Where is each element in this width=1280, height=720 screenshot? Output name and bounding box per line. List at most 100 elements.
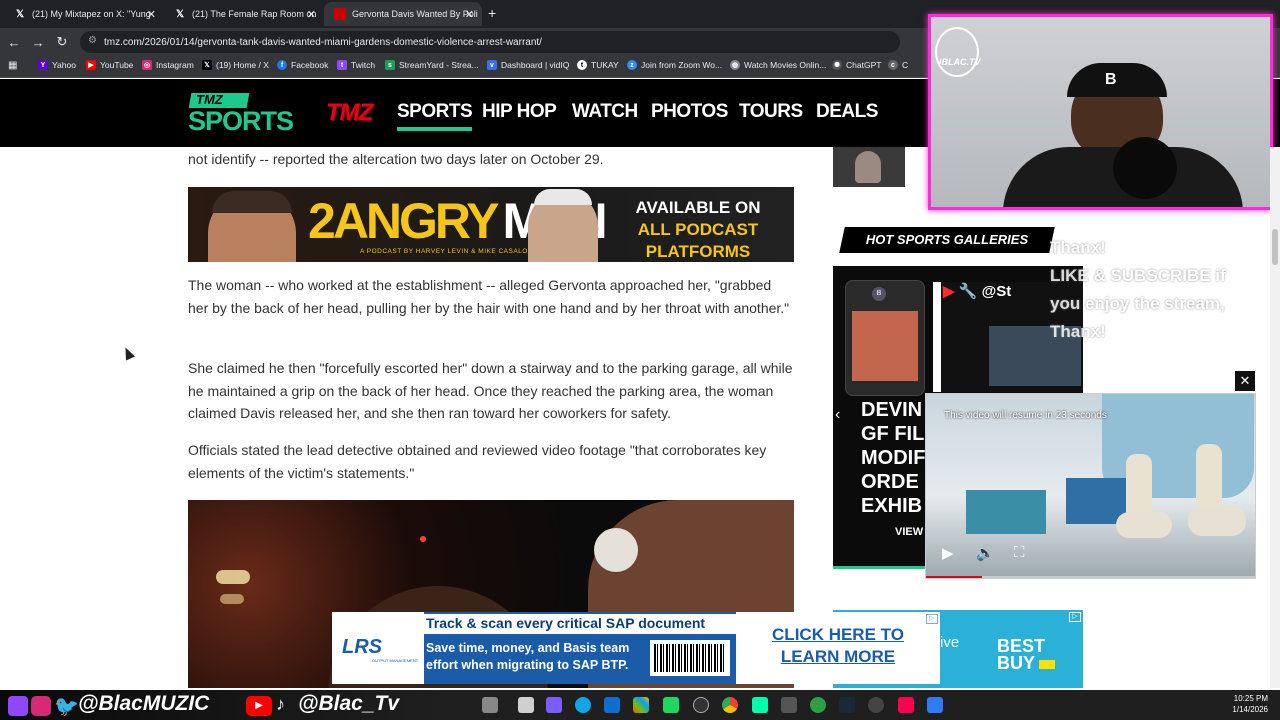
- back-arrow-icon[interactable]: ←: [6, 34, 22, 50]
- youtube-icon: ▶: [943, 283, 955, 300]
- tiktok-icon[interactable]: [898, 697, 914, 713]
- nav-hip-hop[interactable]: HIP HOP: [482, 101, 557, 123]
- gallery-headline-line: EXHIB: [861, 495, 923, 517]
- bookmark-chatgpt[interactable]: ✺ ChatGPT: [832, 60, 881, 70]
- browser-tab[interactable]: 𝕏 (21) The Female Rap Room on ✕: [164, 2, 324, 26]
- nav-deals[interactable]: DEALS: [816, 101, 878, 123]
- new-tab-button[interactable]: +: [488, 5, 496, 21]
- ad-choices-icon[interactable]: ▷: [926, 614, 938, 624]
- bookmark-facebook[interactable]: f Facebook: [277, 60, 328, 70]
- chrome-icon[interactable]: [722, 697, 738, 713]
- taskbar-app-icon[interactable]: [810, 697, 826, 713]
- scrollbar-thumb[interactable]: [1272, 229, 1278, 265]
- bookmark-twitch[interactable]: t Twitch: [337, 60, 375, 70]
- youtube-icon: ▶: [246, 696, 272, 716]
- windows-taskbar: 🐦 @BlacMUZIC ▶ ♪ @Blac_Tv 10:25 PM 1/14/…: [0, 690, 1280, 720]
- twitch-icon: [8, 696, 28, 716]
- taskbar-app-icon[interactable]: [927, 697, 943, 713]
- file-explorer-icon[interactable]: [518, 697, 534, 713]
- play-icon[interactable]: ▶: [942, 544, 954, 562]
- bookmark-streamyard[interactable]: s StreamYard - Strea...: [385, 60, 479, 70]
- tmz-logo[interactable]: TMZ: [326, 99, 376, 126]
- nav-tours[interactable]: TOURS: [739, 101, 803, 123]
- taskbar-app-icon[interactable]: [482, 697, 498, 713]
- learn-more-link[interactable]: CLICK HERE TO LEARN MORE: [760, 624, 916, 668]
- gallery-headline-line: GF FIL: [861, 423, 925, 445]
- taskbar-app-icon[interactable]: [781, 697, 797, 713]
- cap: [1067, 63, 1167, 97]
- steam-icon[interactable]: [839, 697, 855, 713]
- sidebar-thumbnail[interactable]: [833, 147, 905, 187]
- chevron-left-icon[interactable]: ‹: [835, 406, 851, 426]
- article-paragraph: not identify -- reported the altercation…: [188, 151, 604, 167]
- nav-photos[interactable]: PHOTOS: [651, 101, 728, 123]
- reload-icon[interactable]: ↻: [54, 34, 70, 50]
- ad-platforms-line: ALL PODCAST PLATFORMS: [637, 220, 759, 261]
- browser-tab[interactable]: 𝕏 (21) My Mixtapez on X: "Yung ✕: [4, 2, 164, 26]
- zoom-icon: z: [627, 60, 637, 70]
- browser-tab-active[interactable]: Gervonta Davis Wanted By Poli ✕: [324, 2, 482, 26]
- bookmark-tukay[interactable]: t TUKAY: [577, 60, 619, 70]
- gallery-handle: @St: [981, 283, 1012, 300]
- bookmark-x[interactable]: 𝕏 (19) Home / X: [202, 60, 269, 70]
- taskbar-app-icon[interactable]: [752, 697, 768, 713]
- blac-muzic-handle: @BlacMUZIC: [78, 692, 210, 715]
- ad-headline: Track & scan every critical SAP document: [426, 615, 706, 631]
- tmz-favicon-icon: [334, 8, 346, 20]
- bookmark-instagram[interactable]: ◎ Instagram: [142, 60, 194, 70]
- x-logo-icon: 𝕏: [15, 8, 25, 20]
- x-logo-icon: 𝕏: [202, 60, 212, 70]
- windows-app-icon[interactable]: [633, 697, 649, 713]
- article-paragraph: She claimed he then "forcefully escorted…: [188, 360, 793, 421]
- taskbar-app-icon[interactable]: [663, 697, 679, 713]
- nav-sports[interactable]: SPORTS: [397, 101, 473, 131]
- ad-body: Save time, money, and Basis team effort …: [426, 641, 630, 672]
- video-resume-notice: This video will resume in 23 seconds: [944, 410, 1107, 421]
- close-video-button[interactable]: ✕: [1235, 371, 1255, 391]
- tab-title: (21) The Female Rap Room on: [192, 9, 317, 19]
- twitter-bird-icon: 🐦: [54, 696, 79, 718]
- bookmark-vidiq[interactable]: v Dashboard | vidIQ: [487, 60, 569, 70]
- stream-chat-overlay: Thanx! LIKE & SUBSCRIBE if you enjoy the…: [1050, 238, 1226, 341]
- obs-icon[interactable]: [693, 697, 709, 713]
- video-progress-track[interactable]: [926, 576, 1255, 578]
- ad-availability-line: AVAILABLE ON: [635, 198, 761, 217]
- bookmark-yahoo[interactable]: Y Yahoo: [38, 60, 76, 70]
- bookmark-icon: c: [888, 60, 898, 70]
- volume-icon[interactable]: 🔊: [976, 544, 995, 562]
- nav-watch[interactable]: WATCH: [572, 101, 638, 123]
- system-clock[interactable]: 10:25 PM 1/14/2026: [1232, 693, 1268, 715]
- globe-icon: ◍: [730, 60, 740, 70]
- site-info-icon[interactable]: ⚙: [88, 35, 97, 46]
- gallery-progress-indicator: [833, 566, 925, 569]
- fullscreen-icon[interactable]: ⛶: [1014, 544, 1025, 561]
- bookmark-zoom[interactable]: z Join from Zoom Wo...: [627, 60, 722, 70]
- page-scrollbar[interactable]: [1270, 147, 1280, 688]
- close-tab-icon[interactable]: ✕: [307, 8, 316, 21]
- video-progress-fill: [926, 576, 983, 578]
- bookmark-c[interactable]: cC: [888, 60, 908, 70]
- floating-video-player[interactable]: This video will resume in 23 seconds ▶ 🔊…: [925, 393, 1256, 579]
- best-buy-logo: BUY: [997, 653, 1036, 673]
- tab-title: (21) My Mixtapez on X: "Yung: [32, 9, 151, 19]
- store-icon[interactable]: [604, 697, 620, 713]
- edge-icon[interactable]: [575, 697, 591, 713]
- bookmark-youtube[interactable]: ▶ YouTube: [86, 60, 133, 70]
- podcast-ad-banner[interactable]: 2ANGRYMEN A PODCAST BY HARVEY LEVIN & MI…: [188, 187, 794, 262]
- lrs-sap-ad[interactable]: LRS OUTPUT MANAGEMENT Track & scan every…: [332, 612, 940, 684]
- tmz-sports-logo[interactable]: TMZ SPORTS: [188, 92, 294, 136]
- close-tab-icon[interactable]: ✕: [465, 8, 474, 21]
- url-text: tmz.com/2026/01/14/gervonta-tank-davis-w…: [104, 36, 542, 48]
- youtube-icon: ▶: [86, 60, 96, 70]
- forward-arrow-icon[interactable]: →: [30, 34, 46, 50]
- apps-grid-icon[interactable]: ▦: [8, 60, 17, 71]
- close-tab-icon[interactable]: ✕: [147, 8, 156, 21]
- bookmark-movies[interactable]: ◍ Watch Movies Onlin...: [730, 60, 826, 70]
- url-input[interactable]: ⚙ tmz.com/2026/01/14/gervonta-tank-davis…: [80, 31, 900, 53]
- ad-choices-icon[interactable]: ▷: [1069, 612, 1081, 622]
- streamyard-icon: s: [385, 60, 395, 70]
- tiktok-icon: ♪: [276, 694, 285, 714]
- media-player-icon[interactable]: [868, 697, 884, 713]
- tab-title: Gervonta Davis Wanted By Poli: [352, 9, 478, 19]
- copilot-icon[interactable]: [546, 697, 562, 713]
